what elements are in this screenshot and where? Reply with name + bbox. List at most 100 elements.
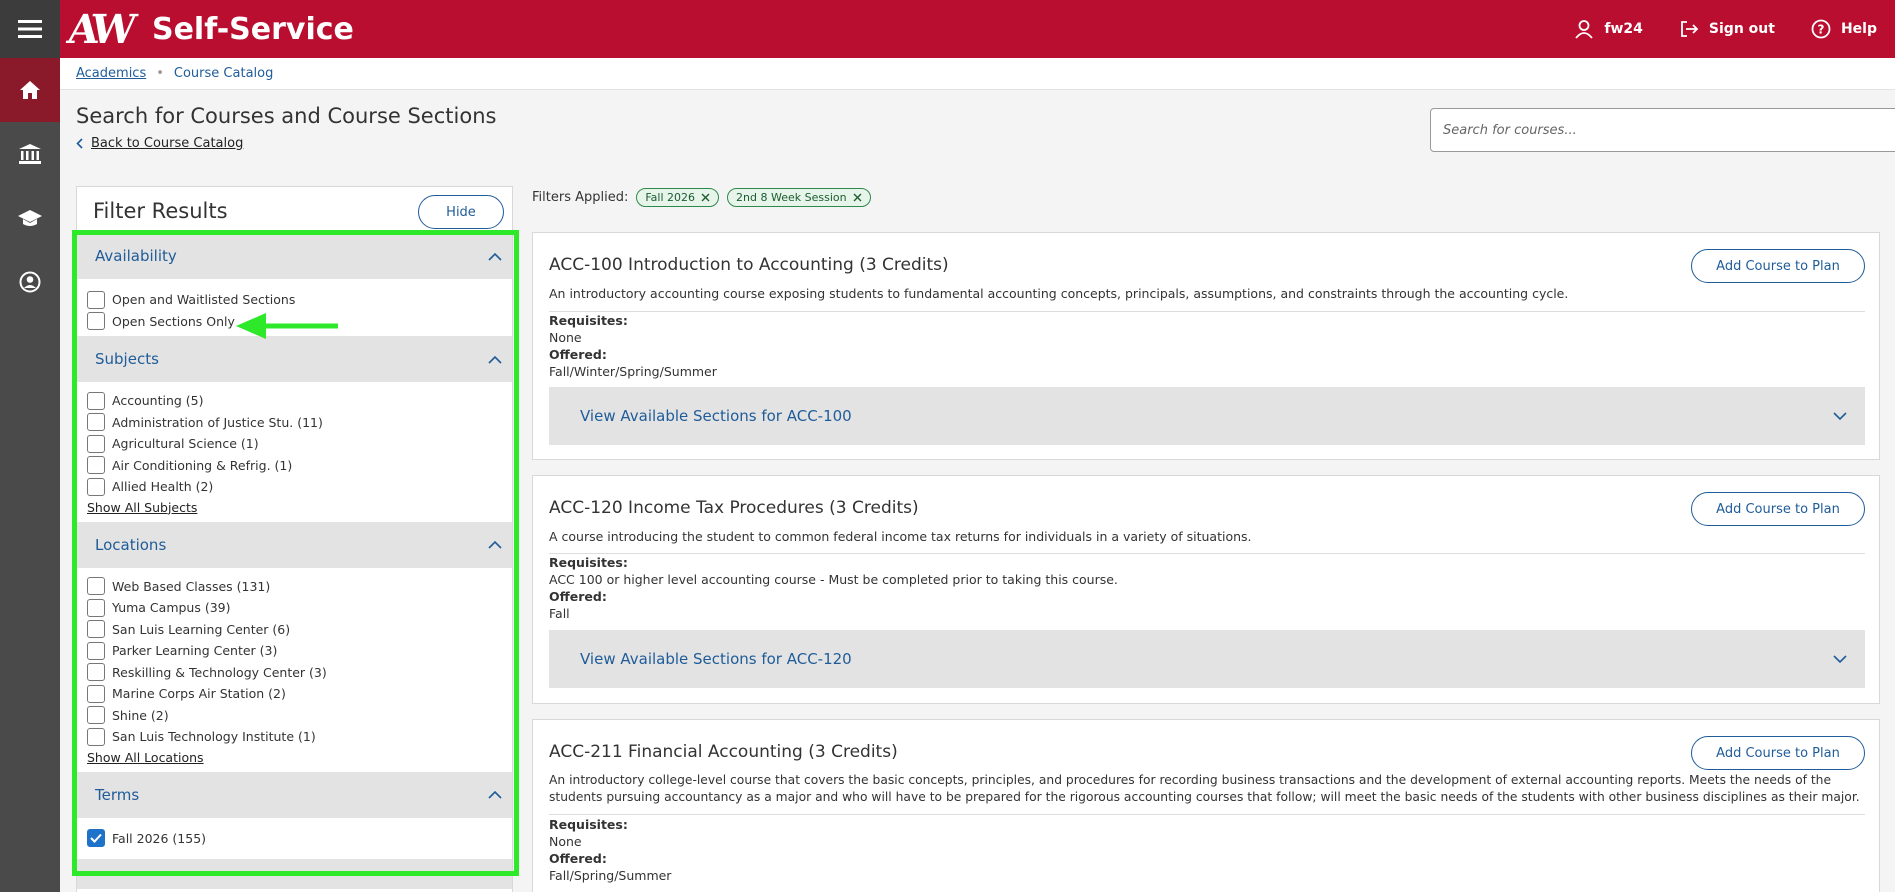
app-title: Self-Service xyxy=(151,11,354,47)
filter-option[interactable]: Open and Waitlisted Sections xyxy=(87,289,502,311)
filter-option[interactable]: Web Based Classes (131) xyxy=(87,576,502,598)
bank-icon xyxy=(19,144,41,164)
left-nav-rail xyxy=(0,0,60,892)
filter-option[interactable]: Yuma Campus (39) xyxy=(87,597,502,619)
nav-profile[interactable] xyxy=(0,250,60,314)
filter-option[interactable]: San Luis Learning Center (6) xyxy=(87,619,502,641)
checkbox[interactable] xyxy=(87,290,105,309)
checkbox[interactable] xyxy=(87,684,105,703)
hide-filters-button[interactable]: Hide xyxy=(418,195,504,229)
offered-label: Offered: xyxy=(549,851,607,866)
view-sections-label: View Available Sections for ACC-100 xyxy=(580,407,852,425)
checkbox[interactable] xyxy=(87,598,105,617)
user-menu[interactable]: fw24 xyxy=(1574,19,1643,39)
checkbox[interactable] xyxy=(87,391,105,410)
filter-option[interactable]: Reskilling & Technology Center (3) xyxy=(87,662,502,684)
course-search-input[interactable] xyxy=(1443,122,1895,138)
view-sections-toggle[interactable]: View Available Sections for ACC-120 xyxy=(549,630,1865,688)
option-label: Agricultural Science (1) xyxy=(112,436,259,452)
breadcrumb-academics[interactable]: Academics xyxy=(76,66,146,81)
home-icon xyxy=(20,81,40,99)
checkbox[interactable] xyxy=(87,413,105,432)
filter-option[interactable]: Agricultural Science (1) xyxy=(87,433,502,455)
filter-group-next[interactable] xyxy=(77,859,512,889)
filter-option[interactable]: Fall 2026 (155) xyxy=(87,828,502,850)
sign-out-link[interactable]: Sign out xyxy=(1679,20,1775,38)
course-title: ACC-211 Financial Accounting (3 Credits) xyxy=(549,742,898,762)
show-all-subjects-link[interactable]: Show All Subjects xyxy=(87,500,197,515)
menu-button[interactable] xyxy=(0,0,60,58)
page-header: Search for Courses and Course Sections B… xyxy=(60,90,1895,170)
view-sections-toggle[interactable]: View Available Sections for ACC-100 xyxy=(549,387,1865,445)
filter-title: Filter Results xyxy=(93,199,228,223)
filter-option[interactable]: San Luis Technology Institute (1) xyxy=(87,726,502,748)
option-label: Air Conditioning & Refrig. (1) xyxy=(112,457,293,473)
filter-option[interactable]: Air Conditioning & Refrig. (1) xyxy=(87,455,502,477)
sign-out-label: Sign out xyxy=(1708,21,1775,37)
filter-group-locations[interactable]: Locations xyxy=(77,521,512,568)
back-link-label: Back to Course Catalog xyxy=(91,136,244,151)
option-label: Parker Learning Center (3) xyxy=(112,643,278,659)
add-course-to-plan-button[interactable]: Add Course to Plan xyxy=(1691,492,1865,526)
option-label: Allied Health (2) xyxy=(112,479,214,495)
filter-chip[interactable]: Fall 2026 xyxy=(636,188,720,207)
divider xyxy=(549,814,1865,815)
close-icon[interactable] xyxy=(853,193,862,202)
filter-option[interactable]: Administration of Justice Stu. (11) xyxy=(87,412,502,434)
checkbox[interactable] xyxy=(87,663,105,682)
checkbox[interactable] xyxy=(87,456,105,475)
checkbox[interactable] xyxy=(87,727,105,746)
close-icon[interactable] xyxy=(701,193,710,202)
help-link[interactable]: ? Help xyxy=(1811,19,1877,39)
checkbox[interactable] xyxy=(87,620,105,639)
filter-chip[interactable]: 2nd 8 Week Session xyxy=(727,188,871,207)
filter-option[interactable]: Marine Corps Air Station (2) xyxy=(87,683,502,705)
checkbox[interactable] xyxy=(87,641,105,660)
filters-applied: Filters Applied: Fall 2026 2nd 8 Week Se… xyxy=(532,188,871,207)
course-search xyxy=(1430,108,1895,152)
option-label: Open Sections Only xyxy=(112,313,235,329)
help-label: Help xyxy=(1840,21,1877,37)
nav-home[interactable] xyxy=(0,58,60,122)
add-course-to-plan-button[interactable]: Add Course to Plan xyxy=(1691,736,1865,770)
offered-value: Fall xyxy=(549,606,570,621)
add-course-to-plan-button[interactable]: Add Course to Plan xyxy=(1691,249,1865,283)
help-icon: ? xyxy=(1811,19,1831,39)
show-all-locations-link[interactable]: Show All Locations xyxy=(87,750,204,765)
course-card-acc-211: ACC-211 Financial Accounting (3 Credits)… xyxy=(532,719,1880,892)
chevron-up-icon xyxy=(488,355,502,364)
logo[interactable]: AW Self-Service xyxy=(64,5,354,53)
checkbox[interactable] xyxy=(87,312,105,331)
filter-option[interactable]: Parker Learning Center (3) xyxy=(87,640,502,662)
nav-academics[interactable] xyxy=(0,186,60,250)
filter-option[interactable]: Shine (2) xyxy=(87,705,502,727)
group-title: Locations xyxy=(95,535,167,554)
filter-option[interactable]: Allied Health (2) xyxy=(87,476,502,498)
checkbox[interactable] xyxy=(87,477,105,496)
checkbox[interactable] xyxy=(87,434,105,453)
offered-value: Fall/Spring/Summer xyxy=(549,868,672,883)
back-to-catalog-link[interactable]: Back to Course Catalog xyxy=(76,136,243,151)
breadcrumb-separator: • xyxy=(156,66,164,81)
logo-mark: AW xyxy=(64,5,134,53)
filter-option[interactable]: Accounting (5) xyxy=(87,390,502,412)
nav-finance[interactable] xyxy=(0,122,60,186)
requisites-label: Requisites: xyxy=(549,313,628,328)
offered-label: Offered: xyxy=(549,589,607,604)
filter-group-availability[interactable]: Availability xyxy=(77,233,512,279)
user-name: fw24 xyxy=(1604,21,1643,37)
filter-group-subjects[interactable]: Subjects xyxy=(77,336,512,382)
course-title: ACC-100 Introduction to Accounting (3 Cr… xyxy=(549,255,949,275)
filter-group-terms[interactable]: Terms xyxy=(77,771,512,818)
checkbox[interactable] xyxy=(87,577,105,596)
course-card-acc-120: ACC-120 Income Tax Procedures (3 Credits… xyxy=(532,475,1880,704)
top-header: AW Self-Service fw24 Sign out ? Help xyxy=(60,0,1895,58)
chevron-down-icon xyxy=(1833,411,1847,420)
group-title: Terms xyxy=(95,785,140,804)
chevron-left-icon xyxy=(76,138,83,149)
breadcrumb-course-catalog[interactable]: Course Catalog xyxy=(174,66,273,81)
checkbox[interactable] xyxy=(87,706,105,725)
requisites-value: None xyxy=(549,834,582,849)
checkbox-checked[interactable] xyxy=(87,829,105,848)
filters-applied-label: Filters Applied: xyxy=(532,190,629,205)
